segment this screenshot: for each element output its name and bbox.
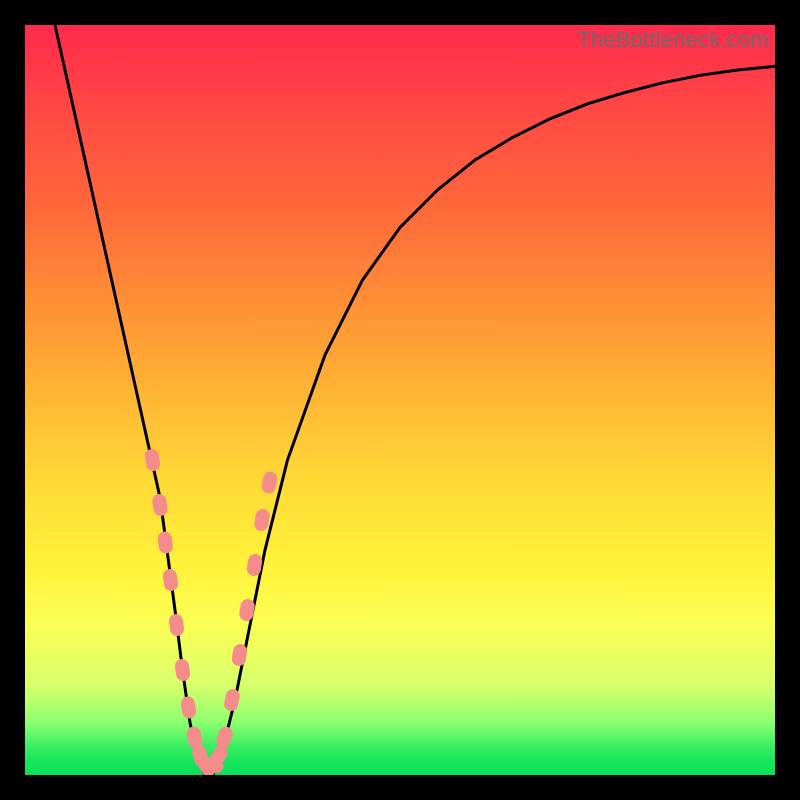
curve-marker — [214, 725, 234, 750]
curve-marker — [168, 613, 185, 637]
curve-marker — [180, 696, 197, 720]
curve-marker — [238, 598, 255, 622]
curve-marker — [260, 470, 278, 494]
curve-marker — [223, 688, 241, 712]
watermark-text: TheBottleneck.com — [577, 27, 769, 53]
curve-marker — [253, 508, 270, 532]
curve-layer — [25, 25, 775, 775]
plot-frame: TheBottleneck.com — [25, 25, 775, 775]
curve-marker — [157, 531, 174, 555]
curve-marker — [151, 493, 168, 517]
curve-marker — [174, 658, 191, 682]
curve-marker — [144, 448, 161, 472]
bottleneck-curve-path — [55, 25, 775, 775]
marker-group — [144, 448, 279, 775]
curve-marker — [162, 568, 179, 592]
